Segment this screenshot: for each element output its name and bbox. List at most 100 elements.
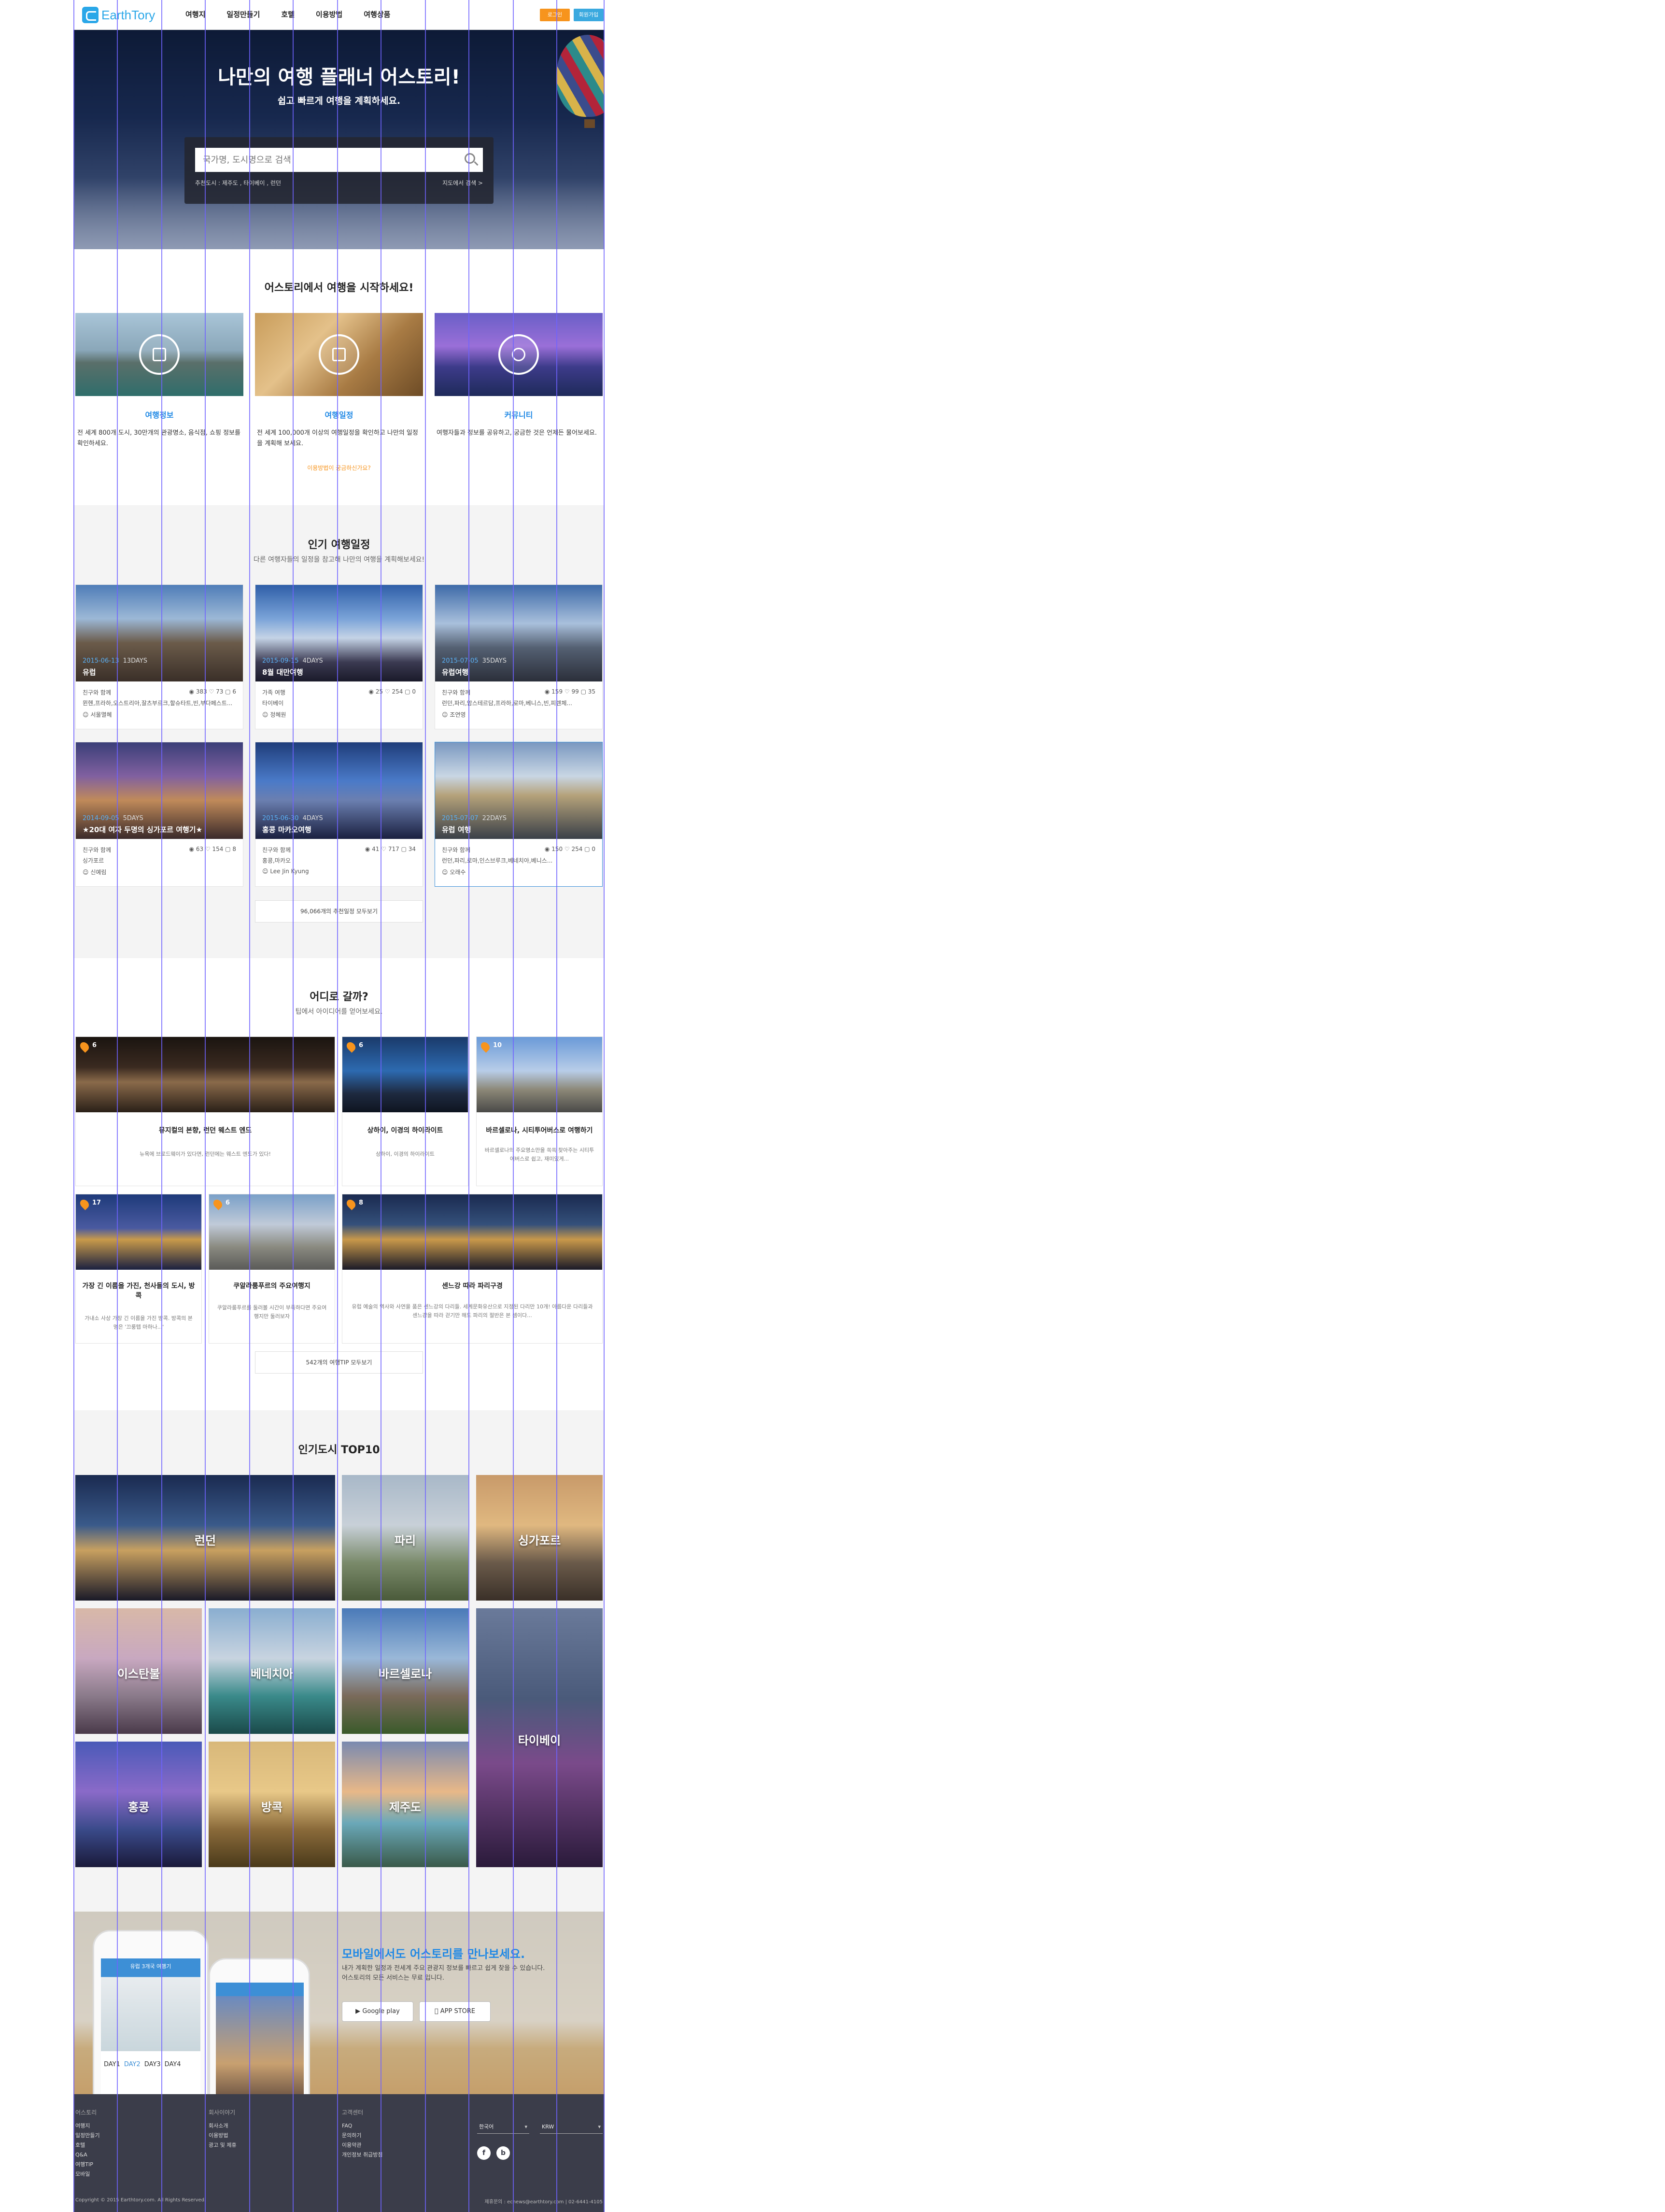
top10-title: 인기도시 TOP10 xyxy=(298,1444,380,1456)
footer-link[interactable]: 여행지 xyxy=(75,2121,100,2131)
footer-link[interactable]: 이용방법 xyxy=(209,2131,237,2141)
nav-item-plan[interactable]: 일정만들기 xyxy=(216,0,270,30)
nav-item-howto[interactable]: 이용방법 xyxy=(305,0,353,30)
city-tile-london[interactable]: 런던 xyxy=(75,1475,335,1601)
hero-title: 나만의 여행 플래너 어스토리! xyxy=(218,66,460,88)
footer-link[interactable]: 광고 및 제휴 xyxy=(209,2141,237,2150)
itinerary-date: 2015-07-07 22DAYS xyxy=(442,815,507,822)
companion: 친구와 함께 xyxy=(262,847,291,853)
footer-link[interactable]: Q&A xyxy=(75,2150,100,2160)
city-tile-paris[interactable]: 파리 xyxy=(342,1475,468,1601)
day-tab: DAY4 xyxy=(164,2061,181,2068)
author: ☺ 오래수 xyxy=(442,869,466,876)
route: 홍콩,마카오 xyxy=(262,857,291,864)
city-tile-jeju[interactable]: 제주도 xyxy=(342,1742,468,1867)
footer-col-support: 고객센터 FAQ 문의하기 이용약관 개인정보 취급방침 xyxy=(342,2108,382,2160)
language-select[interactable]: 한국어 xyxy=(477,2120,529,2134)
feature-community[interactable]: 커뮤니티 여행자들과 정보를 공유하고, 궁금한 것은 언제든 물어보세요. xyxy=(435,313,603,437)
footer-link[interactable]: 문의하기 xyxy=(342,2131,382,2141)
footer-link[interactable]: 모바일 xyxy=(75,2169,100,2179)
mobile-desc: 내가 계획한 일정과 전세계 주요 관광지 정보를 빠르고 쉽게 찾을 수 있습… xyxy=(342,1965,545,1982)
itinerary-title: 홍콩 마카오여행 xyxy=(262,825,311,834)
search-icon[interactable] xyxy=(465,153,475,164)
app-store-button[interactable]:  APP STORE xyxy=(419,2001,491,2022)
feature-travel-info[interactable]: 여행정보 전 세계 800개 도시, 30만개의 관광명소, 음식점, 쇼핑 정… xyxy=(75,313,243,447)
route: 런던,파리,로마,인스브루크,베네치아,베니스... xyxy=(442,857,553,864)
itinerary-card[interactable]: 2014-09-05 5DAYS ★20대 여자 두명의 싱가포르 여행기★ 친구… xyxy=(75,742,243,887)
city-tile-bangkok[interactable]: 방콕 xyxy=(209,1742,335,1867)
nav-item-hotel[interactable]: 호텔 xyxy=(270,0,305,30)
more-itineraries-button[interactable]: 96,066개의 추천일정 모두보기 xyxy=(255,900,423,922)
itinerary-card[interactable]: 2015-07-05 35DAYS 유럽여행 친구와 함께 런던,파리,암스테르담… xyxy=(435,584,603,729)
city-tile-taipei[interactable]: 타이베이 xyxy=(476,1608,603,1867)
footer-link[interactable]: 여행TIP xyxy=(75,2160,100,2169)
itinerary-image: 2015-07-05 35DAYS 유럽여행 xyxy=(435,585,602,681)
card-stats: ◉ 25 ♡ 254 ▢ 0 xyxy=(368,688,416,695)
help-link[interactable]: 이용방법이 궁금하신가요? xyxy=(73,464,605,472)
tip-title: 센느강 따라 파리구경 xyxy=(442,1282,503,1290)
map-compass-image xyxy=(255,313,423,396)
itinerary-title: ★20대 여자 두명의 싱가포르 여행기★ xyxy=(83,825,203,834)
itinerary-card[interactable]: 2015-09-15 4DAYS 8월 대만여행 가족 여행 타이베이 ☺ 정혜원… xyxy=(255,584,423,729)
mobile-title: 모바일에서도 어스토리를 만나보세요. xyxy=(342,1947,525,1961)
nav-item-products[interactable]: 여행상품 xyxy=(353,0,401,30)
tip-image: 6 xyxy=(209,1194,335,1270)
footer-link[interactable]: FAQ xyxy=(342,2121,382,2131)
itinerary-card[interactable]: 2015-07-07 22DAYS 유럽 여행 친구와 함께 런던,파리,로마,인… xyxy=(435,742,603,887)
city-tile-singapore[interactable]: 싱가포르 xyxy=(476,1475,603,1601)
city-tile-barcelona[interactable]: 바르셀로나 xyxy=(342,1608,468,1734)
currency-select[interactable]: KRW xyxy=(540,2120,603,2134)
footer-link[interactable]: 개인정보 취급방침 xyxy=(342,2150,382,2160)
start-section-title: 어스토리에서 여행을 시작하세요! xyxy=(264,282,414,294)
info-icon xyxy=(139,334,180,375)
tip-card[interactable]: 6 상하이, 이경의 하이라이트 상하이, 이경의 하이라이트 xyxy=(342,1036,468,1186)
itinerary-image: 2015-09-15 4DAYS 8월 대만여행 xyxy=(255,585,423,681)
recommended-cities[interactable]: 추천도시 : 제주도 , 타이베이 , 런던 xyxy=(195,179,281,187)
phone-small xyxy=(209,1958,310,2094)
map-search-link[interactable]: 지도에서 검색 > xyxy=(442,179,483,187)
footer-link[interactable]: 회사소개 xyxy=(209,2121,237,2131)
tip-count: 6 xyxy=(359,1042,364,1049)
blog-icon[interactable]: b xyxy=(496,2146,510,2160)
top-header: EarthTory 여행지 일정만들기 호텔 이용방법 여행상품 로그인 회원가… xyxy=(73,0,605,30)
login-button[interactable]: 로그인 xyxy=(540,9,570,21)
facebook-icon[interactable]: f xyxy=(477,2146,491,2160)
more-tips-button[interactable]: 542개의 여행TIP 모두보기 xyxy=(255,1351,423,1374)
tip-count: 17 xyxy=(92,1199,101,1206)
footer-link[interactable]: 이용약관 xyxy=(342,2141,382,2150)
itinerary-date: 2015-07-05 35DAYS xyxy=(442,657,507,665)
feature-title: 커뮤니티 xyxy=(504,411,533,420)
main-nav: 여행지 일정만들기 호텔 이용방법 여행상품 xyxy=(175,0,401,30)
copyright: Copyright © 2015 Earthtory.com. All Righ… xyxy=(75,2198,206,2203)
itinerary-title: 유럽 여행 xyxy=(442,825,471,834)
google-play-button[interactable]: ▶ Google play xyxy=(342,2001,413,2022)
tip-card[interactable]: 6 뮤지컬의 본향, 런던 웨스트 엔드 뉴욕에 브로드웨이가 있다면, 런던에… xyxy=(75,1036,335,1186)
footer-link[interactable]: 호텔 xyxy=(75,2141,100,2150)
tip-card[interactable]: 17 가장 긴 이름을 가진, 천사들의 도시, 방콕 가내소 사상 가장 긴 … xyxy=(75,1194,202,1344)
tip-card[interactable]: 6 쿠알라룸푸르의 주요여행지 쿠알라룸푸르를 둘러볼 시간이 부족하다면 주요… xyxy=(209,1194,335,1344)
logo[interactable]: EarthTory xyxy=(82,6,155,24)
itinerary-card[interactable]: 2015-06-30 4DAYS 홍콩 마카오여행 친구와 함께 홍콩,마카오 ☺… xyxy=(255,742,423,887)
itinerary-date: 2014-09-05 5DAYS xyxy=(83,815,143,822)
tip-card[interactable]: 10 바르셀로나, 시티투어버스로 여행하기 바르셀로나의 주요명소만을 쏙쏙 … xyxy=(476,1036,603,1186)
companion: 친구와 함께 xyxy=(83,689,112,696)
city-tile-istanbul[interactable]: 이스탄불 xyxy=(75,1608,202,1734)
city-tile-venice[interactable]: 베네치아 xyxy=(209,1608,335,1734)
location-pin-icon xyxy=(78,1040,91,1053)
nav-item-destinations[interactable]: 여행지 xyxy=(175,0,216,30)
city-tile-hongkong[interactable]: 홍콩 xyxy=(75,1742,202,1867)
author: ☺ Lee Jin Kyung xyxy=(262,868,309,875)
itinerary-card[interactable]: 2015-06-13 13DAYS 유럽 친구와 함께 뮌헨,프라하,오스트리아,… xyxy=(75,584,243,729)
city-name: 방콕 xyxy=(261,1801,283,1814)
footer-link[interactable]: 일정만들기 xyxy=(75,2131,100,2141)
tip-card[interactable]: 8 센느강 따라 파리구경 유럽 예술의 역사와 사연을 품은 센느강의 다리들… xyxy=(342,1194,603,1344)
feature-itinerary[interactable]: 여행일정 전 세계 100,000개 이상의 여행일정을 확인하고 나만의 일정… xyxy=(255,313,423,447)
join-button[interactable]: 회원가입 xyxy=(574,9,604,21)
phone-screen: 유럽 3개국 여행기 DAY1 DAY2 DAY3 DAY4 xyxy=(101,1958,200,2094)
search-input[interactable] xyxy=(195,148,483,172)
feature-desc: 전 세계 800개 도시, 30만개의 관광명소, 음식점, 쇼핑 정보를 확인… xyxy=(77,429,240,447)
phone-title: 유럽 3개국 여행기 xyxy=(130,1963,171,1970)
location-pin-icon xyxy=(345,1040,357,1053)
search-panel: 추천도시 : 제주도 , 타이베이 , 런던 지도에서 검색 > xyxy=(184,137,494,204)
itinerary-title: 유럽여행 xyxy=(442,668,469,677)
